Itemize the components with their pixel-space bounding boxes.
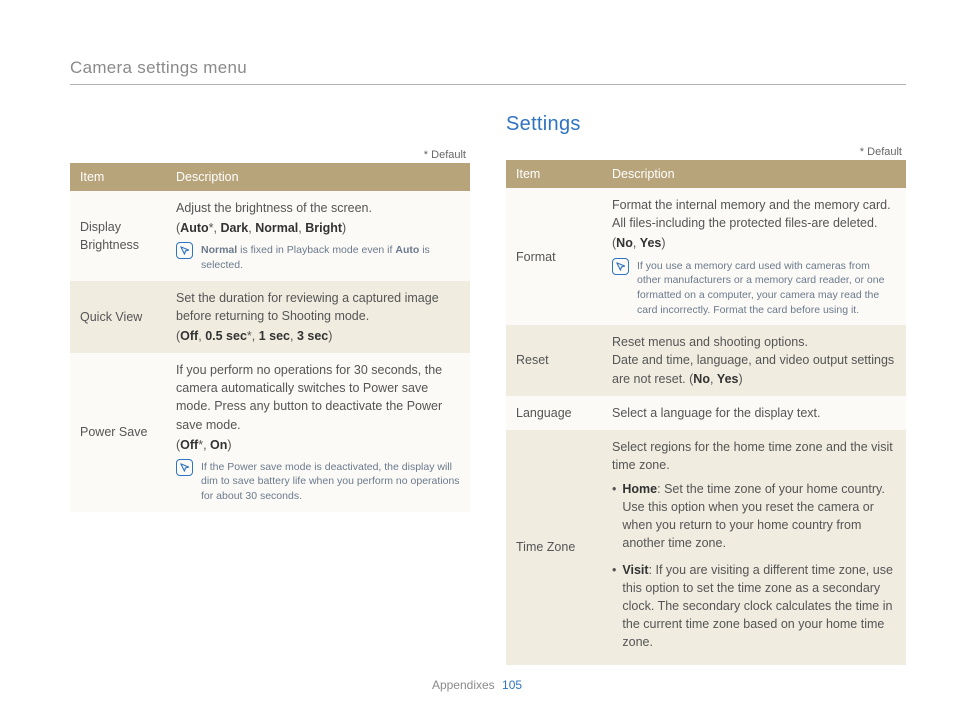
row-item: Reset — [506, 325, 602, 395]
note: If you use a memory card used with camer… — [612, 258, 896, 318]
desc-text: If you perform no operations for 30 seco… — [176, 361, 460, 434]
row-description: Set the duration for reviewing a capture… — [166, 281, 470, 353]
row-description: If you perform no operations for 30 seco… — [166, 353, 470, 512]
row-item: Language — [506, 396, 602, 430]
note-icon — [176, 459, 193, 476]
desc-text: Select a language for the display text. — [612, 404, 896, 422]
col-header-item: Item — [70, 163, 166, 191]
table-row: ResetReset menus and shooting options.Da… — [506, 325, 906, 395]
row-item: Format — [506, 188, 602, 325]
table-row: Quick View Set the duration for reviewing… — [70, 281, 470, 353]
footer-section: Appendixes — [432, 678, 495, 692]
note: Normal is fixed in Playback mode even if… — [176, 242, 460, 272]
row-item: Quick View — [70, 281, 166, 353]
section-heading: Settings — [506, 113, 906, 136]
default-note-left: * Default — [70, 149, 470, 161]
option-list: Home: Set the time zone of your home cou… — [612, 478, 896, 657]
footer-page-number: 105 — [502, 678, 522, 692]
row-item: Power Save — [70, 353, 166, 512]
row-description: Select regions for the home time zone an… — [602, 430, 906, 665]
desc-text: Date and time, language, and video outpu… — [612, 351, 896, 387]
page-footer: Appendixes 105 — [0, 678, 954, 692]
table-row: Power SaveIf you perform no operations f… — [70, 353, 470, 512]
row-description: Format the internal memory and the memor… — [602, 188, 906, 325]
row-description: Reset menus and shooting options.Date an… — [602, 325, 906, 395]
list-item: Visit: If you are visiting a different t… — [612, 559, 896, 658]
row-description: Select a language for the display text. — [602, 396, 906, 430]
row-item: Time Zone — [506, 430, 602, 665]
right-column: Settings * Default Item Description Form… — [506, 113, 906, 665]
table-row: Time Zone Select regions for the home tim… — [506, 430, 906, 665]
settings-table-left: Item Description Display BrightnessAdjus… — [70, 163, 470, 512]
options: (Off, 0.5 sec*, 1 sec, 3 sec) — [176, 327, 460, 345]
table-row: Format Format the internal memory and the… — [506, 188, 906, 325]
row-description: Adjust the brightness of the screen. (Aut… — [166, 191, 470, 281]
col-header-description: Description — [602, 160, 906, 188]
horizontal-rule — [70, 84, 906, 85]
settings-table-right: Item Description Format Format the intern… — [506, 160, 906, 665]
options: (No, Yes) — [686, 372, 743, 386]
options: (No, Yes) — [612, 234, 896, 252]
table-row: Language Select a language for the displa… — [506, 396, 906, 430]
table-row: Display BrightnessAdjust the brightness … — [70, 191, 470, 281]
note-text: Normal is fixed in Playback mode even if… — [201, 242, 460, 272]
options: (Off*, On) — [176, 436, 460, 454]
content-columns: * Default Item Description Display Brigh… — [70, 113, 906, 665]
note-icon — [176, 242, 193, 259]
left-column: * Default Item Description Display Brigh… — [70, 113, 470, 665]
desc-text: Adjust the brightness of the screen. — [176, 199, 460, 217]
note-text: If the Power save mode is deactivated, t… — [201, 459, 460, 504]
options: (Auto*, Dark, Normal, Bright) — [176, 219, 460, 237]
note: If the Power save mode is deactivated, t… — [176, 459, 460, 504]
list-item: Home: Set the time zone of your home cou… — [612, 478, 896, 559]
col-header-item: Item — [506, 160, 602, 188]
col-header-description: Description — [166, 163, 470, 191]
desc-text: Reset menus and shooting options. — [612, 333, 896, 351]
desc-text: Format the internal memory and the memor… — [612, 196, 896, 232]
desc-text: Set the duration for reviewing a capture… — [176, 289, 460, 325]
desc-text: Select regions for the home time zone an… — [612, 438, 896, 474]
default-note-right: * Default — [506, 146, 906, 158]
page-title: Camera settings menu — [70, 58, 906, 84]
row-item: Display Brightness — [70, 191, 166, 281]
note-text: If you use a memory card used with camer… — [637, 258, 896, 318]
note-icon — [612, 258, 629, 275]
